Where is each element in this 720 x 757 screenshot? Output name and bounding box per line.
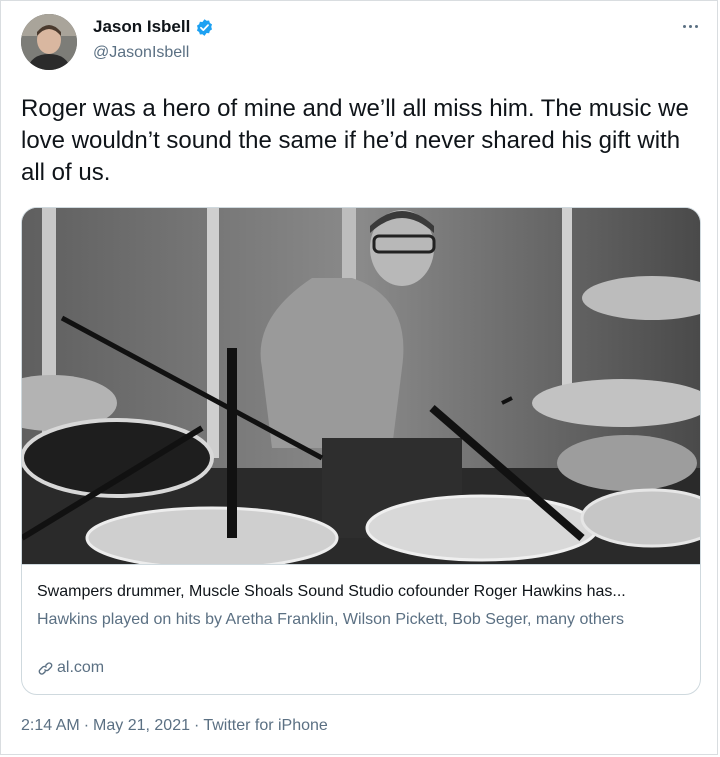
- more-options-icon[interactable]: [677, 15, 703, 37]
- tweet-container: Jason Isbell @JasonIsbell Roger was a he…: [0, 0, 718, 755]
- display-name-text[interactable]: Jason Isbell: [93, 17, 190, 37]
- meta-separator: ·: [83, 717, 90, 734]
- display-name[interactable]: Jason Isbell: [93, 17, 214, 37]
- avatar[interactable]: [21, 14, 77, 70]
- tweet-date[interactable]: May 21, 2021: [93, 717, 190, 734]
- link-preview-card[interactable]: Swampers drummer, Muscle Shoals Sound St…: [21, 207, 701, 695]
- card-domain[interactable]: al.com: [37, 659, 104, 677]
- card-title[interactable]: Swampers drummer, Muscle Shoals Sound St…: [37, 583, 697, 601]
- card-divider: [22, 564, 700, 565]
- tweet-source[interactable]: Twitter for iPhone: [203, 717, 328, 734]
- tweet-meta: 2:14 AM · May 21, 2021 · Twitter for iPhone: [21, 717, 328, 735]
- card-description[interactable]: Hawkins played on hits by Aretha Frankli…: [37, 608, 677, 632]
- user-handle[interactable]: @JasonIsbell: [93, 44, 189, 62]
- card-domain-text[interactable]: al.com: [57, 659, 104, 677]
- tweet-text: Roger was a hero of mine and we’ll all m…: [21, 95, 689, 186]
- card-image[interactable]: [22, 208, 700, 564]
- link-icon: [38, 661, 53, 675]
- meta-separator: ·: [193, 717, 200, 734]
- tweet-time[interactable]: 2:14 AM: [21, 717, 80, 734]
- verified-badge-icon: [197, 18, 213, 36]
